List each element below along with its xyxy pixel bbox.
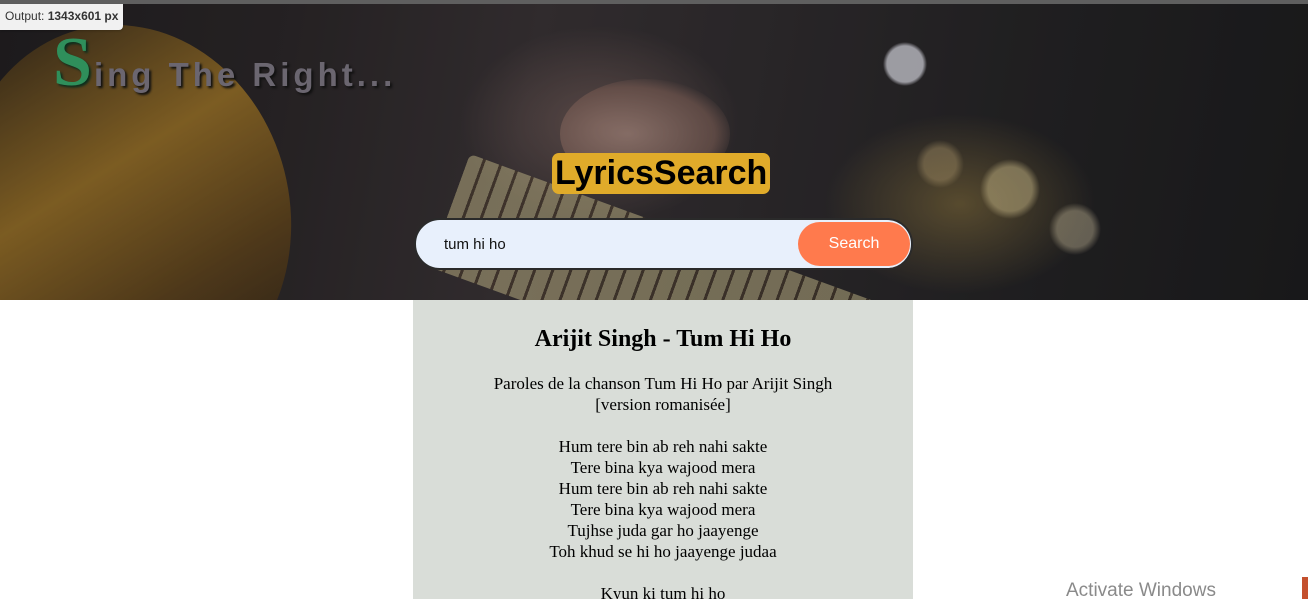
lyrics-stanza: Kyun ki tum hi ho xyxy=(413,583,913,599)
logo-initial: S xyxy=(53,24,92,101)
search-button[interactable]: Search xyxy=(798,222,910,266)
lyrics-line: Paroles de la chanson Tum Hi Ho par Arij… xyxy=(493,374,833,393)
song-title: Arijit Singh - Tum Hi Ho xyxy=(534,326,792,352)
lyrics-line: Tere bina kya wajood mera xyxy=(570,500,756,519)
output-size-value: 1343x601 px xyxy=(47,9,119,23)
lyrics-line: Kyun ki tum hi ho xyxy=(600,584,726,599)
activate-windows-watermark: Activate Windows xyxy=(1066,580,1216,599)
lyrics-line: Tujhse juda gar ho jaayenge xyxy=(567,521,759,540)
lyrics-stanza: Hum tere bin ab reh nahi sakte Tere bina… xyxy=(413,436,913,562)
site-logo: S ing The Right... xyxy=(53,28,396,98)
search-bar: Search xyxy=(414,218,913,270)
lyrics-body: Paroles de la chanson Tum Hi Ho par Arij… xyxy=(413,373,913,599)
lyrics-stanza: Paroles de la chanson Tum Hi Ho par Arij… xyxy=(413,373,913,415)
lyrics-line: Hum tere bin ab reh nahi sakte xyxy=(558,479,768,498)
output-size-label: Output: 1343x601 px xyxy=(0,4,124,30)
search-heading: LyricsSearch xyxy=(552,153,771,194)
logo-tagline: ing The Right... xyxy=(93,56,397,93)
search-input[interactable] xyxy=(432,226,792,262)
lyrics-line: Hum tere bin ab reh nahi sakte xyxy=(558,437,768,456)
lyrics-line: Tere bina kya wajood mera xyxy=(570,458,756,477)
lyrics-line: [version romanisée] xyxy=(595,395,731,414)
lyrics-panel: Arijit Singh - Tum Hi Ho Paroles de la c… xyxy=(413,300,913,599)
lyrics-line: Toh khud se hi ho jaayenge judaa xyxy=(549,542,777,561)
edge-accent xyxy=(1302,577,1308,599)
